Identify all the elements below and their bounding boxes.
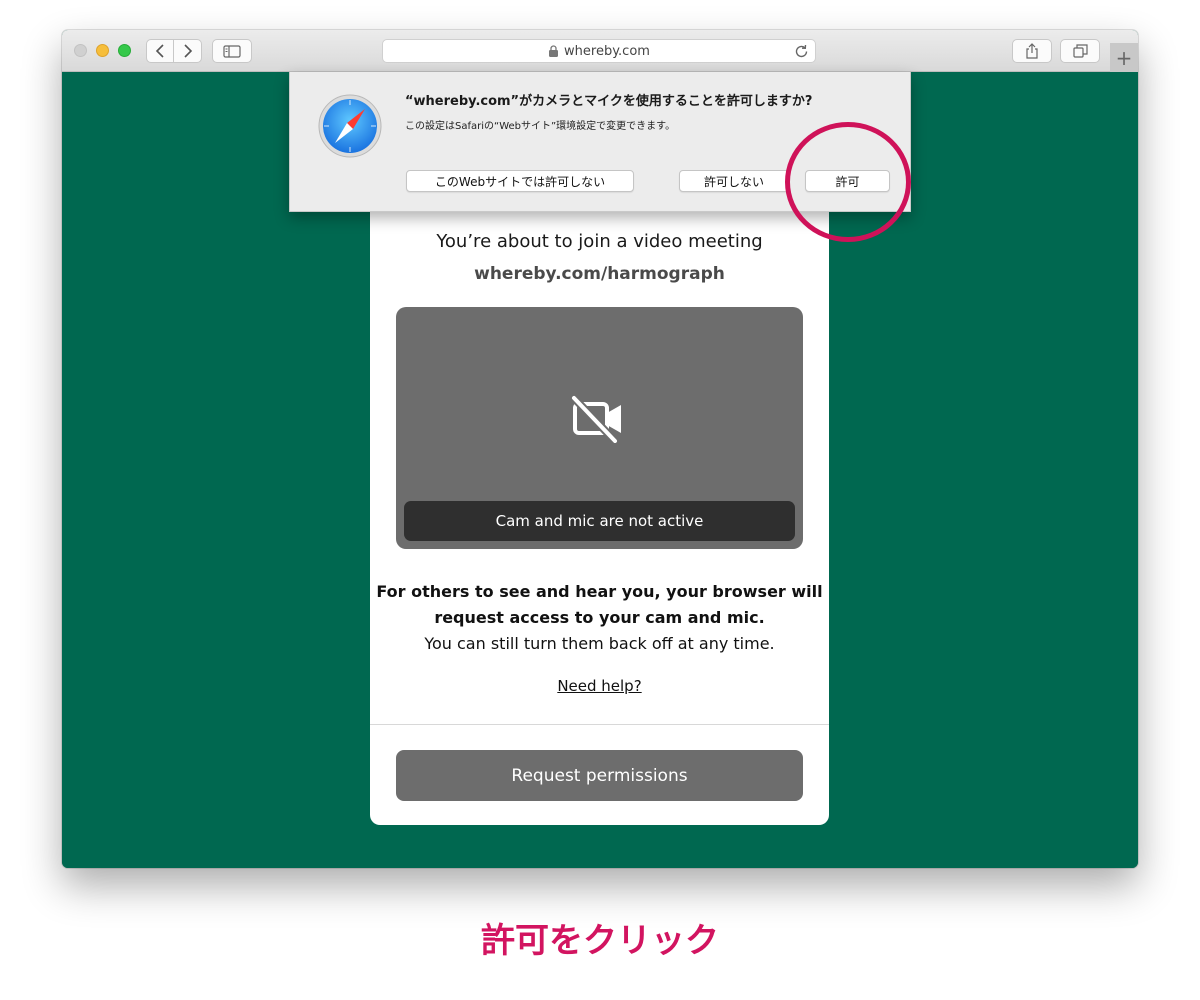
page-content: You’re about to join a video meeting whe…	[62, 72, 1138, 868]
reload-icon[interactable]	[794, 44, 809, 59]
lock-icon	[549, 45, 559, 57]
maximize-window-button[interactable]	[118, 44, 131, 57]
room-url: whereby.com/harmograph	[474, 264, 725, 284]
request-permissions-button[interactable]: Request permissions	[396, 750, 803, 801]
sidebar-toggle-button[interactable]	[212, 39, 252, 63]
cam-mic-status: Cam and mic are not active	[404, 501, 795, 541]
join-heading: You’re about to join a video meeting	[436, 231, 763, 252]
instruction-caption: 許可をクリック	[481, 921, 719, 961]
new-tab-button[interactable]: +	[1110, 43, 1138, 72]
back-button[interactable]	[146, 39, 174, 63]
browser-toolbar: whereby.com +	[62, 30, 1138, 72]
dialog-subtitle: この設定はSafariの“Webサイト”環境設定で変更できます。	[405, 121, 676, 132]
address-bar[interactable]: whereby.com	[382, 39, 816, 63]
share-icon	[1026, 43, 1038, 59]
camera-off-icon	[571, 395, 621, 443]
camera-preview: Cam and mic are not active	[396, 307, 803, 549]
explain-line-1: For others to see and hear you, your bro…	[376, 582, 823, 601]
address-text: whereby.com	[564, 43, 650, 59]
join-card: You’re about to join a video meeting whe…	[370, 212, 829, 825]
divider	[370, 724, 829, 725]
permission-explanation: For others to see and hear you, your bro…	[370, 579, 829, 657]
explain-line-3: You can still turn them back off at any …	[424, 634, 775, 653]
forward-button[interactable]	[174, 39, 202, 63]
deny-button[interactable]: 許可しない	[679, 170, 789, 192]
minimize-window-button[interactable]	[96, 44, 109, 57]
chevron-left-icon	[155, 44, 164, 58]
tabs-icon	[1072, 44, 1088, 58]
close-window-button[interactable]	[74, 44, 87, 57]
chevron-right-icon	[183, 44, 192, 58]
never-allow-button[interactable]: このWebサイトでは許可しない	[406, 170, 634, 192]
need-help-link[interactable]: Need help?	[370, 677, 829, 695]
sidebar-icon	[223, 44, 241, 58]
dialog-title: “whereby.com”がカメラとマイクを使用することを許可しますか?	[405, 94, 813, 109]
highlight-circle	[785, 122, 911, 242]
share-button[interactable]	[1012, 39, 1052, 63]
browser-window: whereby.com + You’re about to join a vid…	[62, 30, 1138, 868]
tab-overview-button[interactable]	[1060, 39, 1100, 63]
explain-line-2: request access to your cam and mic.	[434, 608, 765, 627]
safari-compass-icon	[318, 94, 382, 158]
